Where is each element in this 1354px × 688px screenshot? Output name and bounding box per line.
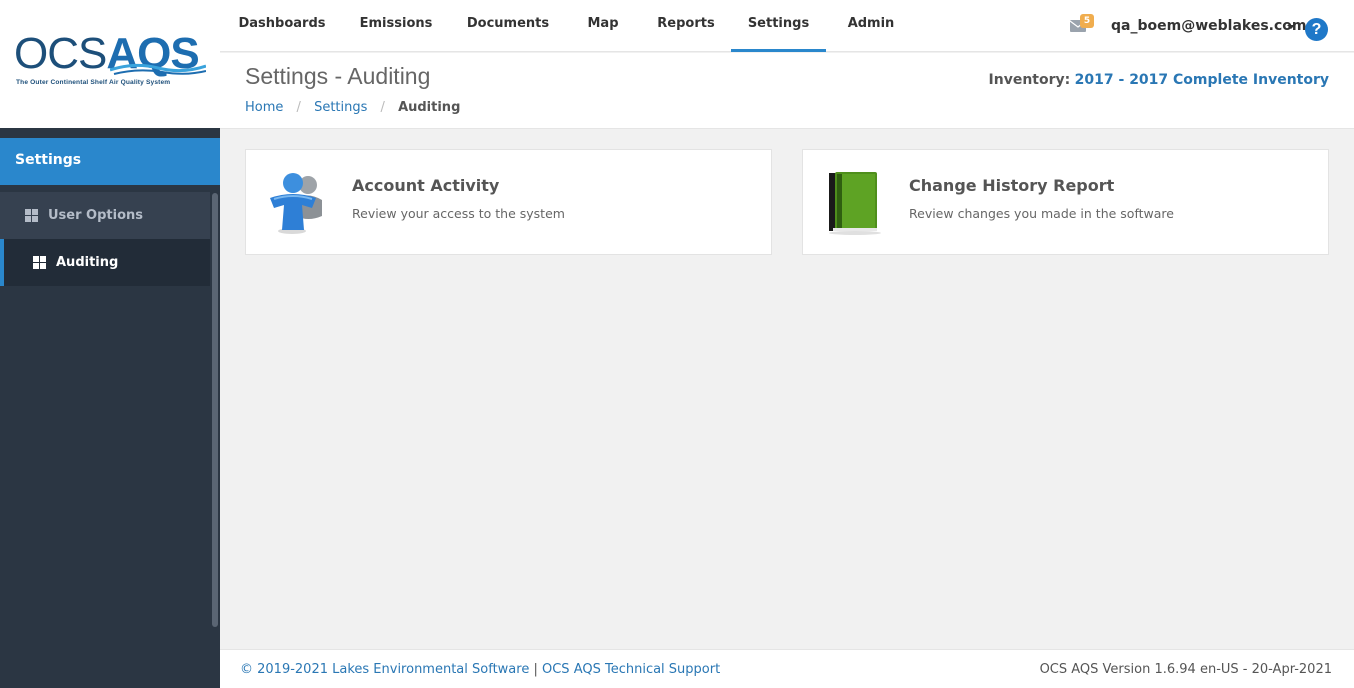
grid-icon [25,209,38,222]
account-activity-card[interactable]: Account Activity Review your access to t… [245,149,772,255]
logo-tagline: The Outer Continental Shelf Air Quality … [16,79,171,86]
change-history-report-card[interactable]: Change History Report Review changes you… [802,149,1329,255]
page-header: Settings - Auditing Home / Settings / Au… [220,53,1354,129]
sidebar: OCSAQS The Outer Continental Shelf Air Q… [0,0,220,688]
tab-settings[interactable]: Settings [731,0,826,52]
tab-map[interactable]: Map [580,0,626,52]
mail-count-badge[interactable]: 5 [1080,14,1094,28]
tab-reports[interactable]: Reports [650,0,722,52]
card-title: Account Activity [352,176,500,195]
sidebar-item-auditing[interactable]: Auditing [0,239,210,286]
card-description: Review your access to the system [352,206,565,221]
tab-documents[interactable]: Documents [460,0,556,52]
inventory-link[interactable]: 2017 - 2017 Complete Inventory [1075,72,1329,88]
user-menu[interactable]: qa_boem@weblakes.com [1111,18,1306,34]
grid-icon [33,256,46,269]
chevron-down-icon[interactable] [1287,25,1295,29]
sidebar-scrollbar[interactable] [212,193,218,627]
breadcrumb-settings[interactable]: Settings [314,100,367,115]
tab-emissions[interactable]: Emissions [350,0,442,52]
inventory-label: Inventory: [988,72,1071,88]
copyright-link[interactable]: © 2019-2021 Lakes Environmental Software [240,662,529,677]
version-text: OCS AQS Version 1.6.94 en-US - 20-Apr-20… [1039,662,1332,677]
top-navigation: Dashboards Emissions Documents Map Repor… [220,0,1354,52]
breadcrumb-current: Auditing [398,100,461,115]
footer-separator: | [533,662,538,677]
breadcrumb-home[interactable]: Home [245,100,283,115]
sidebar-item-label: Auditing [56,255,119,270]
breadcrumb-separator: / [296,100,301,115]
breadcrumb-separator: / [380,100,385,115]
users-icon [270,173,322,234]
help-icon[interactable]: ? [1305,18,1328,41]
breadcrumb: Home / Settings / Auditing [245,100,460,115]
page-title: Settings - Auditing [245,63,431,89]
card-description: Review changes you made in the software [909,206,1174,221]
tab-admin[interactable]: Admin [838,0,904,52]
footer: © 2019-2021 Lakes Environmental Software… [220,649,1354,688]
tab-dashboards[interactable]: Dashboards [232,0,332,52]
ocs-aqs-logo[interactable]: OCSAQS The Outer Continental Shelf Air Q… [14,32,206,92]
sidebar-item-user-options[interactable]: User Options [0,192,210,239]
logo-area: OCSAQS The Outer Continental Shelf Air Q… [0,0,220,128]
book-icon [829,172,881,235]
card-title: Change History Report [909,176,1115,195]
wave-icon [110,63,206,75]
sidebar-item-label: User Options [48,208,143,223]
inventory-selector: Inventory: 2017 - 2017 Complete Inventor… [989,72,1329,88]
footer-links: © 2019-2021 Lakes Environmental Software… [240,662,720,677]
technical-support-link[interactable]: OCS AQS Technical Support [542,662,720,677]
sidebar-heading: Settings [0,138,220,185]
